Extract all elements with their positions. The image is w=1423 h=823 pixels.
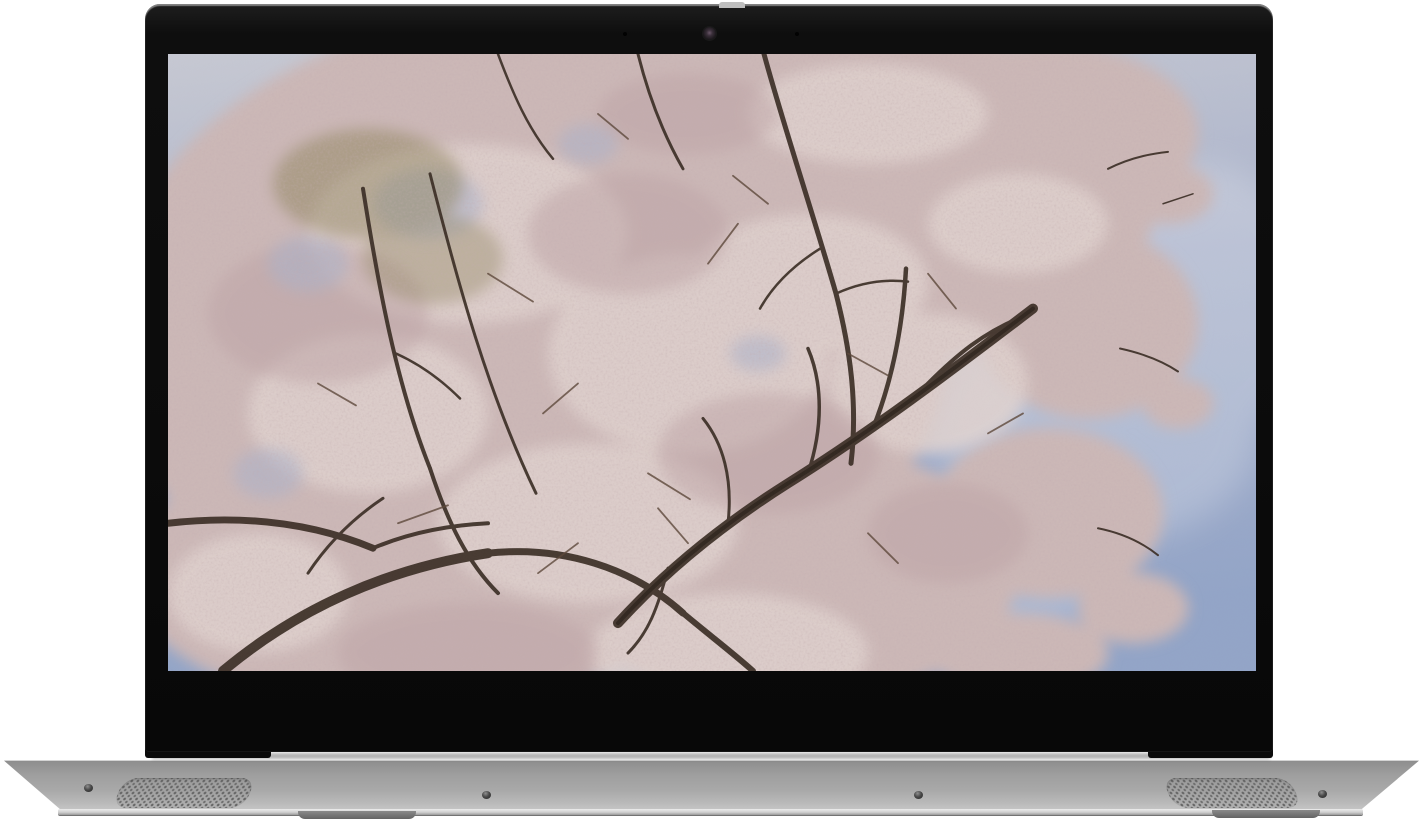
lid-top-notch	[719, 2, 745, 8]
laptop-product-photo: Open silver-gray laptop facing forward; …	[0, 0, 1423, 823]
speaker-grille-right	[1162, 778, 1302, 808]
base-screw	[482, 791, 491, 799]
rubber-foot-left	[298, 811, 416, 819]
laptop-screen	[168, 54, 1256, 671]
microphone-hole-right	[795, 32, 799, 36]
rubber-foot-right	[1212, 810, 1320, 818]
photo-caption: Open silver-gray laptop facing forward; …	[0, 0, 1, 1]
photo-grain	[168, 54, 1256, 671]
base-screw	[84, 784, 93, 792]
speaker-grille-left	[112, 778, 256, 808]
base-front-edge	[58, 809, 1363, 815]
webcam	[703, 27, 716, 40]
microphone-hole-left	[623, 32, 627, 36]
cherry-blossom-wallpaper	[168, 54, 1256, 671]
laptop-lid	[145, 4, 1273, 752]
base-screw	[914, 791, 923, 799]
base-screw	[1318, 790, 1327, 798]
hinge-shadow	[152, 753, 1270, 759]
